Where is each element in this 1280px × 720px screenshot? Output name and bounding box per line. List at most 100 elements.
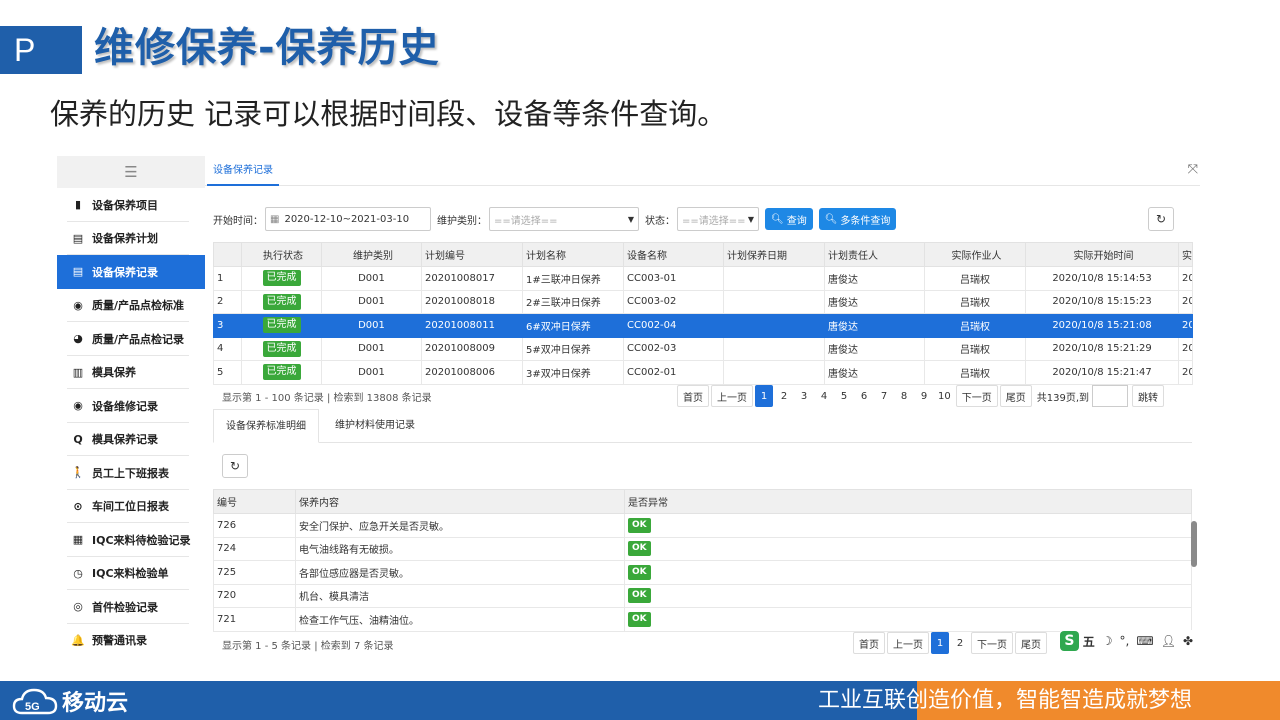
refresh-button[interactable]: ↻ [1148, 207, 1174, 231]
sidebar-item[interactable]: ⊙ 车间工位日报表 [57, 490, 205, 524]
sidebar-item[interactable]: ◷ IQC来料检验单 [57, 557, 205, 591]
id-card-icon: ▤ [72, 231, 84, 245]
table-cell: 唐俊达 [824, 336, 925, 361]
table-cell: D001 [321, 289, 422, 314]
table-cell: 724 [213, 536, 296, 561]
table-row[interactable]: 4 已完成 D001 20201008009 5#双冲日保养 CC002-03 唐俊达 吕瑞权… [213, 336, 1193, 361]
tab-standard-details[interactable]: 设备保养标准明细 [213, 409, 319, 443]
ok-badge: OK [628, 517, 651, 533]
page-number-button[interactable]: 5 [835, 385, 853, 407]
table-row[interactable]: 721 检查工作气压、油精油位。 OK [213, 607, 1192, 632]
column-header[interactable]: 执行状态 [241, 242, 322, 267]
brand-logo: 5G 移动云 [12, 684, 128, 718]
brand-badge: 5G [25, 701, 40, 713]
next-page-button[interactable]: 下一页 [955, 385, 998, 407]
sidebar-item-label: 设备维修记录 [92, 399, 158, 413]
date-range-input[interactable]: ▦ 2020-12-10~2021-03-10 [265, 207, 431, 231]
table-row[interactable]: 720 机台、模具清洁 OK [213, 583, 1192, 608]
column-header[interactable]: 保养内容 [295, 489, 625, 514]
page-number-button[interactable]: 10 [935, 385, 954, 407]
table-cell: 吕瑞权 [924, 289, 1026, 314]
last-page-button[interactable]: 尾页 [999, 385, 1032, 407]
last-page-button[interactable]: 尾页 [1015, 632, 1047, 654]
detail-refresh-button[interactable]: ↻ [222, 454, 248, 478]
page-number-button[interactable]: 3 [795, 385, 813, 407]
user-icon[interactable]: 👤︎ [1161, 634, 1176, 648]
sidebar-item[interactable]: 🚶 员工上下班报表 [57, 456, 205, 490]
sidebar-item[interactable]: ◕ 质量/产品点检记录 [57, 322, 205, 356]
tab-material-usage[interactable]: 维护材料使用记录 [323, 409, 427, 443]
column-header[interactable] [213, 242, 242, 267]
tab-maintenance-records[interactable]: 设备保养记录 [207, 156, 279, 186]
scrollbar-thumb[interactable] [1191, 521, 1197, 567]
table-row[interactable]: 724 电气油线路有无破损。 OK [213, 536, 1192, 561]
first-page-button[interactable]: 首页 [677, 385, 709, 407]
column-header[interactable]: 实际作业人 [924, 242, 1026, 267]
table-row[interactable]: 725 各部位感应器是否灵敏。 OK [213, 560, 1192, 585]
table-row[interactable]: 3 已完成 D001 20201008011 6#双冲日保养 CC002-04 唐俊达 吕瑞权… [213, 313, 1193, 338]
column-header[interactable]: 计划保养日期 [723, 242, 825, 267]
sidebar-item[interactable]: 🔔 预警通讯录 [57, 624, 205, 655]
sidebar-menu: ▮ 设备保养项目 ▤ 设备保养计划 ▤ 设备保养记录 ◉ 质量/产品点检标准 ◕ 质量/产品点检记… [57, 188, 205, 654]
table-cell: 电气油线路有无破损。 [295, 536, 625, 561]
keyboard-icon[interactable]: ⌨ [1136, 634, 1153, 648]
ime-toolbar[interactable]: S 五 ☽ °, ⌨ 👤︎ ✤ [1060, 630, 1200, 652]
page-number-button[interactable]: 9 [915, 385, 933, 407]
page-number-button[interactable]: 2 [951, 632, 969, 654]
page-number-button[interactable]: 6 [855, 385, 873, 407]
next-page-button[interactable]: 下一页 [971, 632, 1013, 654]
query-button[interactable]: 🔍︎ 查询 [765, 208, 813, 230]
sidebar-item-label: IQC来料待检验记录 [92, 533, 191, 547]
status-select[interactable]: ==请选择== ▼ [677, 207, 759, 231]
bell-icon: 🔔 [71, 633, 85, 647]
table-cell: 吕瑞权 [924, 360, 1026, 385]
sidebar-item[interactable]: ▦ IQC来料待检验记录 [57, 523, 205, 557]
column-header[interactable]: 计划责任人 [824, 242, 925, 267]
multi-query-button[interactable]: 🔍︎ 多条件查询 [818, 208, 897, 230]
ime-mode[interactable]: 五 [1083, 633, 1095, 650]
column-header[interactable]: 维护类别 [321, 242, 422, 267]
chevron-down-icon: ▼ [627, 214, 634, 224]
page-number-button[interactable]: 1 [755, 385, 773, 407]
page-number-button[interactable]: 8 [895, 385, 913, 407]
sidebar-item[interactable]: ▤ 设备保养计划 [57, 222, 205, 256]
sidebar-item[interactable]: ◉ 设备维修记录 [57, 389, 205, 423]
page-number-button[interactable]: 2 [775, 385, 793, 407]
punctuation-icon[interactable]: °, [1120, 634, 1130, 648]
page-jump-input[interactable] [1092, 385, 1128, 407]
sidebar-item[interactable]: ◉ 质量/产品点检标准 [57, 289, 205, 323]
table-cell: 已完成 [241, 266, 322, 291]
sidebar-item[interactable]: Q 模具保养记录 [57, 423, 205, 457]
column-header[interactable]: 计划编号 [421, 242, 523, 267]
jump-button[interactable]: 跳转 [1132, 385, 1164, 407]
column-header[interactable]: 计划名称 [522, 242, 624, 267]
column-header[interactable]: 设备名称 [623, 242, 724, 267]
first-page-button[interactable]: 首页 [853, 632, 885, 654]
total-pages-text: 共139页,到 [1036, 392, 1089, 404]
moon-icon[interactable]: ☽ [1102, 634, 1113, 648]
page-number-button[interactable]: 7 [875, 385, 893, 407]
sidebar-item[interactable]: ▤ 设备保养记录 [57, 255, 205, 289]
column-header[interactable]: 实际开始时间 [1025, 242, 1179, 267]
table-row[interactable]: 5 已完成 D001 20201008006 3#双冲日保养 CC002-01 唐俊达 吕瑞权… [213, 360, 1193, 385]
page-number-button[interactable]: 4 [815, 385, 833, 407]
fullscreen-icon[interactable]: ⤧ [1188, 162, 1198, 177]
column-header[interactable]: 实 [1178, 242, 1193, 267]
page-number-button[interactable]: 1 [931, 632, 949, 654]
prev-page-button[interactable]: 上一页 [711, 385, 753, 407]
cloud-icon: 5G [12, 688, 58, 715]
table-row[interactable]: 1 已完成 D001 20201008017 1#三联冲日保养 CC003-01 唐俊达 吕瑞… [213, 266, 1193, 291]
table-row[interactable]: 726 安全门保护、应急开关是否灵敏。 OK [213, 513, 1192, 538]
type-select[interactable]: ==请选择== ▼ [489, 207, 639, 231]
table-cell: 20 [1178, 313, 1193, 338]
menu-collapse-icon[interactable]: ☰ [57, 156, 205, 188]
table-row[interactable]: 2 已完成 D001 20201008018 2#三联冲日保养 CC003-02 唐俊达 吕瑞… [213, 289, 1193, 314]
column-header[interactable]: 是否异常 [624, 489, 1192, 514]
prev-page-button[interactable]: 上一页 [887, 632, 929, 654]
column-header[interactable]: 编号 [213, 489, 296, 514]
sidebar-item[interactable]: ◎ 首件检验记录 [57, 590, 205, 624]
apps-icon[interactable]: ✤ [1183, 634, 1193, 648]
sidebar-item[interactable]: ▮ 设备保养项目 [57, 188, 205, 222]
table-cell: D001 [321, 266, 422, 291]
sidebar-item[interactable]: ▥ 模具保养 [57, 356, 205, 390]
